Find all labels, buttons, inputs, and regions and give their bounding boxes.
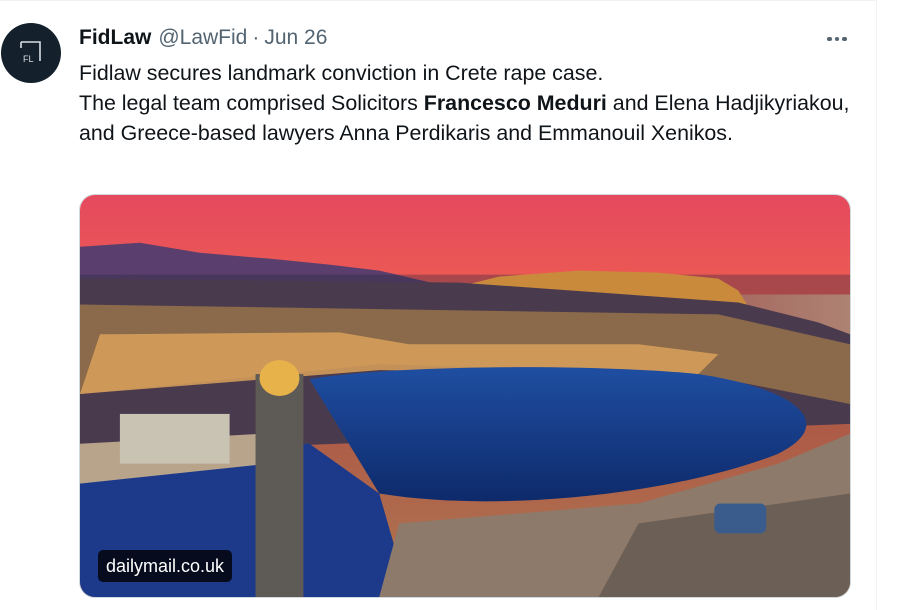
tweet-header: FidLaw @LawFid · Jun 26 bbox=[79, 24, 327, 52]
tweet-text: Fidlaw secures landmark conviction in Cr… bbox=[79, 58, 869, 148]
top-divider bbox=[0, 0, 876, 1]
tweet-text-bold-name: Francesco Meduri bbox=[423, 91, 607, 115]
tweet-text-prefix: The legal team comprised Solicitors bbox=[79, 91, 424, 115]
tweet-date[interactable]: Jun 26 bbox=[264, 26, 327, 50]
harbour-photo bbox=[80, 195, 850, 597]
more-horizontal-icon bbox=[827, 36, 832, 42]
column-divider bbox=[876, 0, 877, 610]
svg-text:FL: FL bbox=[23, 54, 34, 64]
separator-dot: · bbox=[252, 26, 260, 49]
author-handle[interactable]: @LawFid bbox=[158, 26, 247, 50]
author-name[interactable]: FidLaw bbox=[79, 26, 151, 50]
tweet-media-card[interactable]: dailymail.co.uk bbox=[79, 194, 851, 598]
more-options-button[interactable] bbox=[818, 26, 856, 52]
fidlaw-logo-icon: FL bbox=[20, 41, 41, 64]
media-source-label[interactable]: dailymail.co.uk bbox=[98, 550, 233, 582]
tweet-text-paragraph: The legal team comprised Solicitors Fran… bbox=[79, 88, 869, 148]
tweet-text-line-1: Fidlaw secures landmark conviction in Cr… bbox=[79, 61, 604, 85]
avatar[interactable]: FL bbox=[1, 23, 61, 83]
